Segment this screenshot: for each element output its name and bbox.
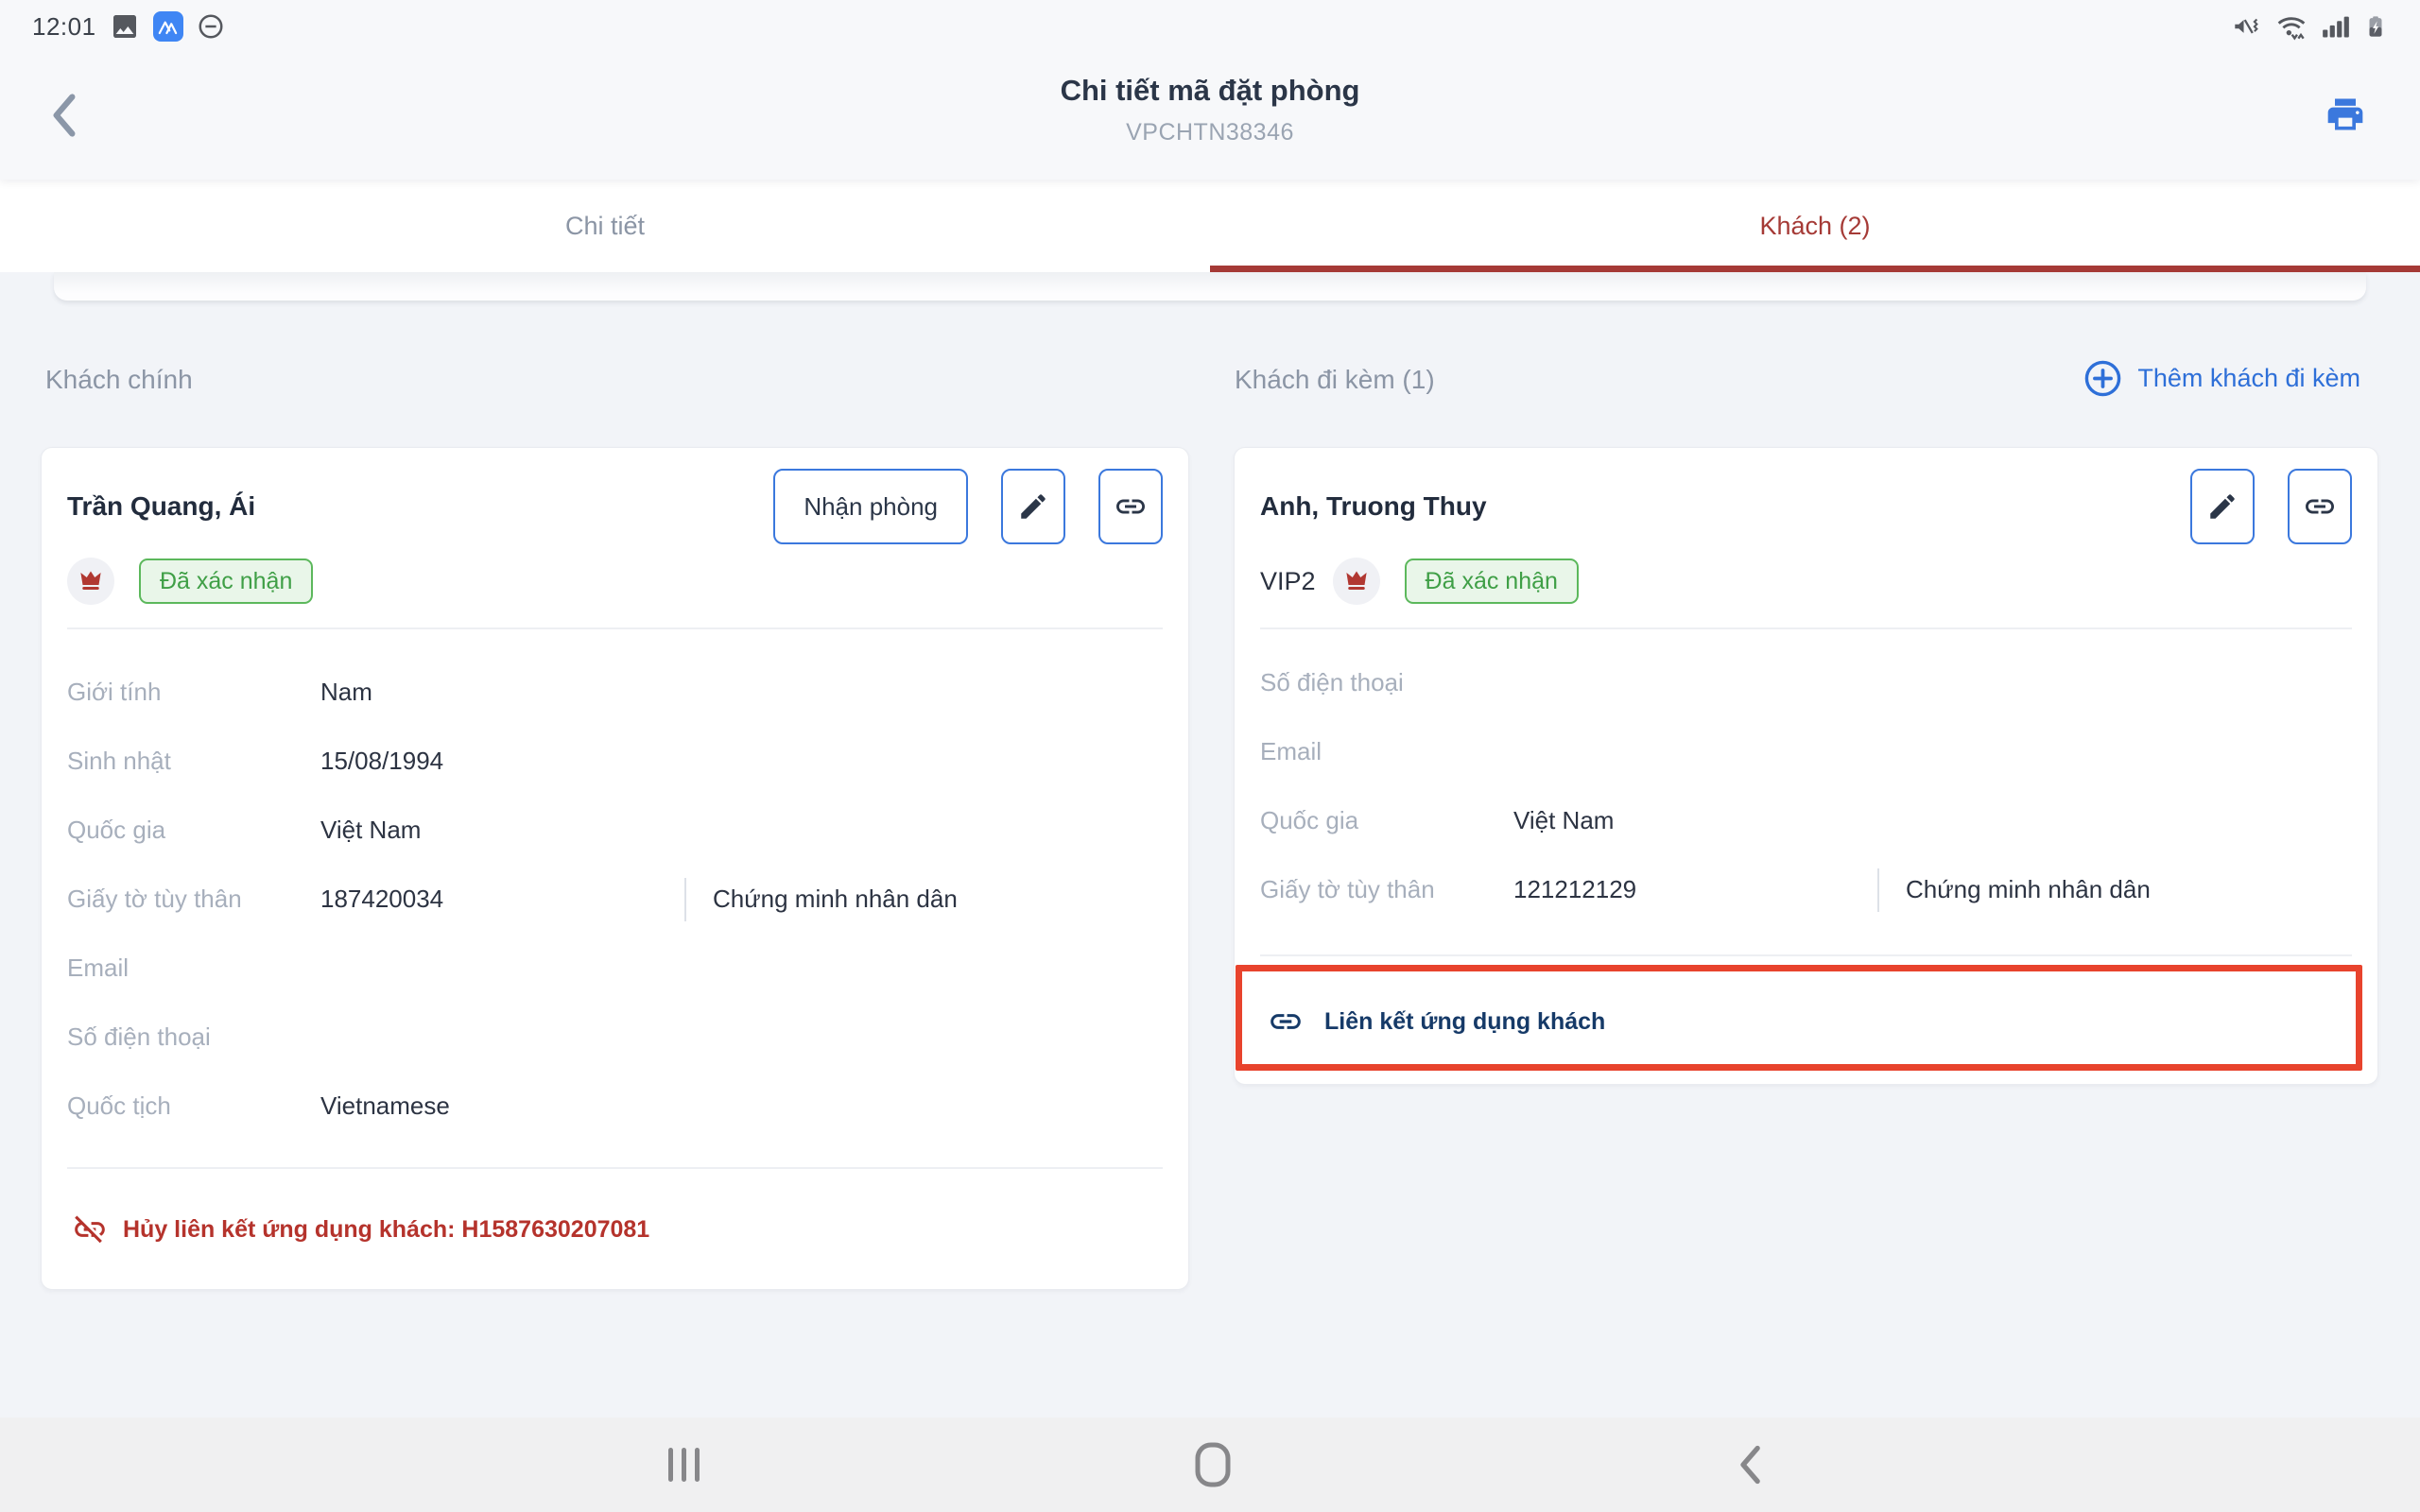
checkin-button[interactable]: Nhận phòng [773, 469, 968, 544]
active-tab-underline [1210, 266, 2420, 272]
vip-crown-badge [67, 558, 114, 605]
mute-vibrate-icon [2233, 12, 2261, 41]
vip-level-label: VIP2 [1260, 567, 1316, 596]
status-bar: 12:01 [0, 0, 2420, 53]
status-badge: Đã xác nhận [139, 558, 313, 604]
field-row-email: Email [67, 934, 1163, 1003]
pencil-icon [2206, 490, 2238, 523]
back-button[interactable] [34, 79, 95, 151]
divider [67, 627, 1163, 629]
field-row-gender: Giới tính Nam [67, 658, 1163, 727]
plus-circle-icon [2083, 359, 2122, 398]
link-icon [2303, 490, 2337, 524]
field-row-phone: Số điện thoại [67, 1003, 1163, 1072]
unlink-guest-app-button[interactable]: Hủy liên kết ứng dụng khách: H1587630207… [67, 1169, 1163, 1290]
home-icon [1194, 1442, 1232, 1487]
vip-crown-badge [1333, 558, 1380, 605]
field-row-id-document: Giấy tờ tùy thân 121212129 Chứng minh nh… [1260, 855, 2352, 924]
clock: 12:01 [32, 12, 96, 42]
tab-details[interactable]: Chi tiết [0, 180, 1210, 272]
chevron-left-icon [48, 92, 80, 139]
id-document-type: Chứng minh nhân dân [1877, 868, 2151, 912]
link-guest-app-button[interactable]: Liên kết ứng dụng khách [1260, 956, 2352, 1087]
scrolled-card-edge [54, 272, 2366, 301]
status-badge: Đã xác nhận [1405, 558, 1579, 604]
link-icon [1114, 490, 1148, 524]
link-guest-button[interactable] [2288, 469, 2352, 544]
battery-charging-icon [2363, 11, 2388, 42]
id-document-type: Chứng minh nhân dân [684, 878, 958, 921]
field-row-id-document: Giấy tờ tùy thân 187420034 Chứng minh nh… [67, 865, 1163, 934]
field-row-phone: Số điện thoại [1260, 648, 2352, 717]
back-nav-button[interactable] [1698, 1418, 1802, 1512]
unlink-guest-app-label: Hủy liên kết ứng dụng khách: H1587630207… [123, 1216, 649, 1244]
add-companion-label: Thêm khách đi kèm [2137, 364, 2360, 393]
image-notification-icon [110, 11, 140, 42]
edit-guest-button[interactable] [2190, 469, 2255, 544]
link-guest-button[interactable] [1098, 469, 1163, 544]
crown-icon [77, 567, 105, 595]
main-guest-section-title: Khách chính [45, 365, 193, 395]
tab-guests[interactable]: Khách (2) [1210, 180, 2420, 272]
link-icon [1268, 1004, 1304, 1040]
app-notification-icon [153, 11, 183, 42]
page-title: Chi tiết mã đặt phòng [0, 74, 2420, 108]
signal-strength-icon [2322, 12, 2350, 41]
print-button[interactable] [2312, 81, 2378, 147]
booking-code: VPCHTN38346 [0, 119, 2420, 146]
field-row-country: Quốc gia Việt Nam [1260, 786, 2352, 855]
add-companion-button[interactable]: Thêm khách đi kèm [2083, 357, 2360, 399]
printer-icon [2325, 94, 2366, 135]
companion-guest-card: Anh, Truong Thuy VIP2 Đã xác nhận Số điệ… [1234, 447, 2378, 1085]
field-row-nationality: Quốc tịch Vietnamese [67, 1072, 1163, 1141]
guest-name: Anh, Truong Thuy [1260, 491, 1487, 522]
link-guest-app-label: Liên kết ứng dụng khách [1324, 1008, 1605, 1036]
pencil-icon [1017, 490, 1049, 523]
crown-icon [1342, 567, 1371, 595]
main-guest-card: Trần Quang, Ái Nhận phòng Đã xác nhận Gi… [41, 447, 1189, 1290]
wifi-icon [2274, 11, 2308, 42]
page-header: Chi tiết mã đặt phòng VPCHTN38346 [0, 53, 2420, 180]
do-not-disturb-icon [197, 12, 225, 41]
field-row-email: Email [1260, 717, 2352, 786]
divider [1260, 627, 2352, 629]
recents-icon [668, 1448, 700, 1482]
home-button[interactable] [1161, 1418, 1265, 1512]
link-off-icon [72, 1211, 108, 1247]
companion-section-title: Khách đi kèm (1) [1235, 365, 1435, 395]
chevron-left-icon [1737, 1445, 1763, 1485]
field-row-country: Quốc gia Việt Nam [67, 796, 1163, 865]
field-row-birthday: Sinh nhật 15/08/1994 [67, 727, 1163, 796]
edit-guest-button[interactable] [1001, 469, 1065, 544]
recent-apps-button[interactable] [631, 1418, 735, 1512]
tab-bar: Chi tiết Khách (2) [0, 180, 2420, 272]
android-navigation-bar [0, 1418, 2420, 1512]
guest-name: Trần Quang, Ái [67, 491, 255, 522]
